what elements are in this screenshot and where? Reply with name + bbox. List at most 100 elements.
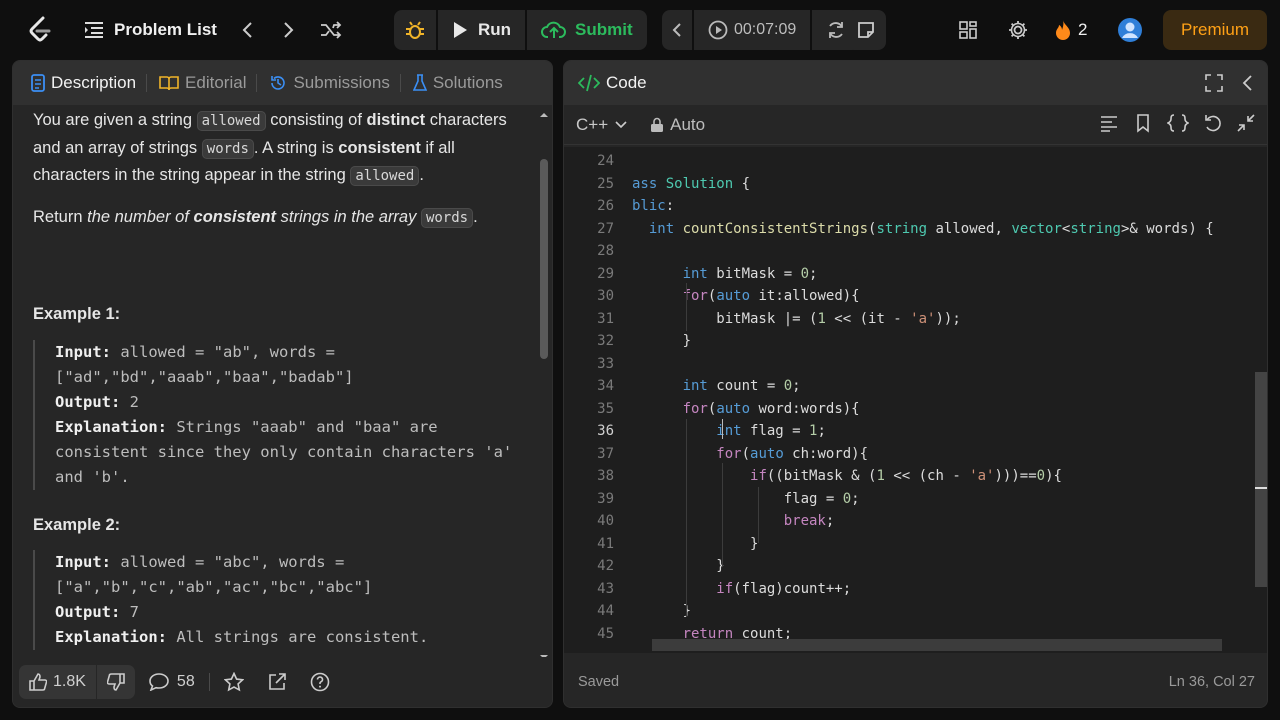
notes-button[interactable] bbox=[846, 10, 886, 50]
line-number: 32 bbox=[597, 333, 614, 349]
favorite-button[interactable] bbox=[214, 665, 254, 699]
problem-list-button[interactable]: Problem List bbox=[84, 10, 217, 50]
editor-horizontal-scrollbar[interactable] bbox=[652, 639, 1222, 651]
layout-grid-icon bbox=[958, 20, 978, 40]
chevron-left-icon bbox=[672, 22, 682, 38]
code-line[interactable]: int countConsistentStrings(string allowe… bbox=[632, 221, 1214, 237]
braces-icon[interactable] bbox=[1167, 113, 1189, 133]
inline-code: allowed bbox=[196, 111, 266, 131]
italic-text: strings in the array bbox=[276, 207, 421, 226]
text: . bbox=[473, 207, 478, 226]
settings-button[interactable] bbox=[1006, 10, 1030, 50]
code-line[interactable]: int bitMask = 0; bbox=[632, 266, 818, 282]
text: . A string is bbox=[253, 138, 339, 157]
collapse-panel-icon[interactable] bbox=[1241, 74, 1253, 92]
scrollbar-cursor-marker bbox=[1255, 487, 1267, 489]
like-count: 1.8K bbox=[53, 673, 86, 690]
maximize-icon[interactable] bbox=[1205, 74, 1223, 92]
code-editor[interactable]: 24 25 26 27 28 29 30 31 32 33 34 35 36 37 38 39 40 41 42 43… bbox=[564, 147, 1267, 653]
problem-list-label: Problem List bbox=[114, 20, 217, 39]
prev-problem-button[interactable] bbox=[232, 10, 262, 50]
description-footer: 1.8K 58 bbox=[13, 657, 552, 707]
bookmark-icon[interactable] bbox=[1133, 113, 1153, 133]
code-line[interactable]: } bbox=[632, 333, 691, 349]
code-panel: Code C++ Auto 24 25 26 27 28 29 30 31 32 33 34 35 36… bbox=[563, 60, 1268, 708]
explanation-label: Explanation: bbox=[55, 628, 167, 646]
scroll-up-icon[interactable] bbox=[540, 109, 548, 117]
comments-button[interactable]: 58 bbox=[139, 665, 205, 699]
code-line[interactable]: for(auto it:allowed){ bbox=[632, 288, 860, 304]
share-button[interactable] bbox=[258, 665, 296, 699]
debug-button[interactable] bbox=[394, 10, 436, 50]
code-line[interactable]: } bbox=[632, 603, 691, 619]
tab-divider bbox=[399, 74, 401, 92]
auto-mode-toggle[interactable]: Auto bbox=[650, 115, 705, 135]
leetcode-logo-icon[interactable] bbox=[28, 10, 54, 50]
streak-counter[interactable]: 2 bbox=[1054, 10, 1087, 50]
format-icon[interactable] bbox=[1099, 113, 1119, 133]
layout-button[interactable] bbox=[956, 10, 980, 50]
code-line[interactable]: if((bitMask & (1 << (ch - 'a')))==0){ bbox=[632, 468, 1062, 484]
help-icon bbox=[310, 672, 330, 692]
lock-icon bbox=[650, 117, 664, 133]
collapse-timer-button[interactable] bbox=[662, 10, 692, 50]
code-line[interactable]: for(auto word:words){ bbox=[632, 401, 860, 417]
output-value: 2 bbox=[120, 392, 139, 411]
gear-icon bbox=[1007, 19, 1029, 41]
code-line[interactable]: ass Solution { bbox=[632, 176, 750, 192]
tab-description[interactable]: Description bbox=[31, 73, 136, 93]
explanation-label: Explanation: bbox=[55, 417, 167, 436]
book-icon bbox=[159, 75, 179, 91]
play-circle-icon bbox=[708, 20, 728, 40]
code-line[interactable]: int flag = 1; bbox=[632, 423, 826, 439]
output-label: Output: bbox=[55, 603, 121, 621]
avatar[interactable] bbox=[1116, 10, 1144, 50]
code-line[interactable]: bitMask |= (1 << (it - 'a')); bbox=[632, 311, 960, 327]
output-label: Output: bbox=[55, 392, 121, 411]
refresh-icon bbox=[826, 20, 846, 40]
run-button[interactable]: Run bbox=[438, 10, 526, 50]
tab-submissions[interactable]: Submissions bbox=[269, 73, 390, 93]
editor-vertical-scrollbar[interactable] bbox=[1255, 372, 1267, 587]
text: You are given a string bbox=[33, 111, 197, 129]
code-line[interactable]: blic: bbox=[632, 198, 674, 214]
user-avatar-icon bbox=[1117, 17, 1143, 43]
tab-code[interactable]: Code bbox=[578, 73, 647, 93]
output-value: 7 bbox=[120, 603, 139, 621]
random-problem-button[interactable] bbox=[316, 10, 346, 50]
editor-tools bbox=[1099, 113, 1255, 133]
code-line[interactable]: for(auto ch:word){ bbox=[632, 446, 868, 462]
top-navbar: Problem List Run Submit 00:07:09 2 Premi… bbox=[0, 0, 1280, 60]
example-1-box: Input: allowed = "ab", words = ["ad","bd… bbox=[33, 339, 533, 490]
code-icon bbox=[578, 74, 600, 92]
help-button[interactable] bbox=[300, 665, 340, 699]
language-selector[interactable]: C++ bbox=[576, 115, 628, 135]
tab-solutions[interactable]: Solutions bbox=[412, 73, 503, 93]
line-number: 34 bbox=[597, 378, 614, 394]
scrollbar-thumb[interactable] bbox=[540, 159, 548, 359]
minimize-icon[interactable] bbox=[1237, 113, 1255, 133]
next-problem-button[interactable] bbox=[274, 10, 304, 50]
code-line[interactable]: flag = 0; bbox=[632, 491, 860, 507]
tab-label: Submissions bbox=[293, 73, 390, 92]
dislike-button[interactable] bbox=[97, 665, 135, 699]
like-button[interactable]: 1.8K bbox=[19, 665, 96, 699]
play-icon bbox=[452, 21, 468, 39]
undo-icon[interactable] bbox=[1203, 113, 1223, 133]
code-line[interactable]: if(flag)count++; bbox=[632, 581, 851, 597]
tab-editorial[interactable]: Editorial bbox=[159, 73, 246, 93]
code-line[interactable]: int count = 0; bbox=[632, 378, 801, 394]
code-line[interactable]: } bbox=[632, 536, 758, 552]
timer-display[interactable]: 00:07:09 bbox=[694, 10, 811, 50]
timer-text: 00:07:09 bbox=[734, 21, 797, 38]
cloud-upload-icon bbox=[541, 20, 567, 40]
submit-button[interactable]: Submit bbox=[527, 10, 647, 50]
code-line[interactable]: break; bbox=[632, 513, 835, 529]
code-line[interactable]: } bbox=[632, 558, 724, 574]
premium-button[interactable]: Premium bbox=[1163, 10, 1267, 50]
left-tabs: Description Editorial Submissions Soluti… bbox=[13, 61, 552, 105]
chevron-left-icon bbox=[241, 21, 253, 39]
timer-group: 00:07:09 bbox=[662, 10, 861, 50]
description-paragraph-1: You are given a string allowed consistin… bbox=[33, 107, 533, 190]
description-scrollbar[interactable] bbox=[538, 109, 548, 659]
